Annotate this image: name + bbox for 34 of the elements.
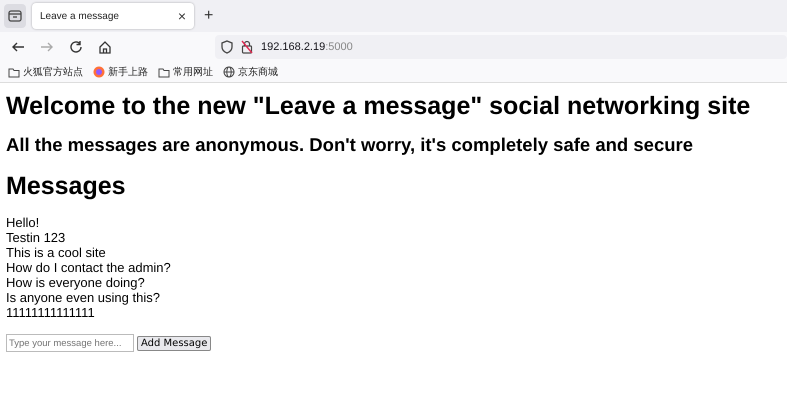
message-input[interactable]: Type your message here...	[6, 334, 134, 352]
bookmark-item[interactable]: 新手上路	[93, 65, 148, 79]
tray-icon	[8, 10, 22, 22]
message-text: Hello!	[6, 215, 40, 230]
shield-icon	[221, 40, 233, 54]
folder-icon	[158, 66, 170, 78]
url-host: 192.168.2.19	[261, 41, 326, 53]
page-heading: Welcome to the new "Leave a message" social networking site	[6, 91, 752, 121]
folder-icon	[8, 66, 20, 78]
add-message-button[interactable]: Add Message	[137, 336, 212, 350]
back-icon[interactable]	[11, 40, 25, 54]
insecure-lock-icon	[241, 40, 253, 54]
message-text: This is a cool site	[6, 245, 107, 260]
tab-list-button[interactable]	[4, 4, 26, 28]
globe-icon	[223, 66, 235, 78]
message-text: How is everyone doing?	[6, 275, 146, 290]
url-port: :5000	[325, 41, 353, 53]
message-text: How do I contact the admin?	[6, 260, 172, 275]
tab-title: Leave a message	[40, 10, 119, 22]
message-text: Testin 123	[6, 230, 66, 245]
browser-tab[interactable]: Leave a message ×	[32, 3, 194, 29]
bookmark-item[interactable]: 火狐官方站点	[8, 65, 83, 79]
address-bar[interactable]: 192.168.2.19:5000	[215, 35, 787, 59]
new-tab-button[interactable]: +	[200, 7, 218, 25]
circle-logo-icon	[93, 66, 105, 78]
message-text: Is anyone even using this?	[6, 290, 161, 305]
bookmark-item[interactable]: 常用网址	[158, 65, 213, 79]
home-icon[interactable]	[98, 40, 112, 54]
bookmark-item[interactable]: 京东商城	[223, 65, 278, 79]
messages-heading: Messages	[6, 171, 127, 201]
close-icon[interactable]: ×	[178, 8, 186, 24]
page-subheading: All the messages are anonymous. Don't worry, it's completely safe and secure	[6, 133, 694, 157]
reload-icon[interactable]	[69, 40, 83, 54]
message-text: 11111111111111	[6, 305, 96, 320]
